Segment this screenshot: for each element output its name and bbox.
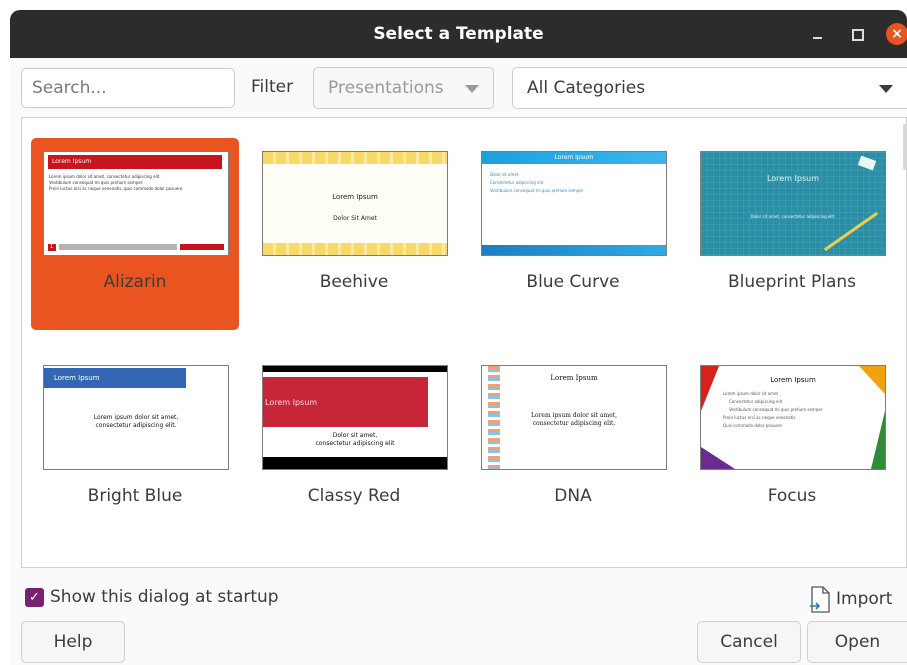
thumb-body: consectetur adipiscing elit xyxy=(315,440,395,447)
maximize-icon[interactable] xyxy=(848,24,868,44)
template-label: DNA xyxy=(554,486,592,506)
template-label: Classy Red xyxy=(307,486,401,506)
thumb-title: Lorem Ipsum xyxy=(550,374,598,382)
template-focus[interactable]: Lorem Ipsum Lorem ipsum dolor sit amet C… xyxy=(688,352,896,544)
scrollbar[interactable] xyxy=(903,124,907,170)
thumb-title: Lorem Ipsum xyxy=(766,174,820,183)
thumb-bullet: Consectetur adipiscing elit xyxy=(490,180,544,185)
thumb-bullet: Vestibulum consequat mi quis pretium sem… xyxy=(490,188,584,193)
thumb-bullet: Vestibulum consequat mi quis pretium sem… xyxy=(729,407,823,412)
thumb-body: consectetur adipiscing elit. xyxy=(532,420,616,427)
template-label: Blueprint Plans xyxy=(728,272,856,292)
search-input[interactable] xyxy=(21,68,235,108)
thumb-title: Lorem Ipsum xyxy=(770,376,816,384)
thumb-bullet: Lorem ipsum dolor sit amet xyxy=(723,391,779,396)
category-select-value: All Categories xyxy=(527,78,646,98)
close-icon[interactable]: × xyxy=(886,23,907,45)
template-thumbnail: Lorem Ipsum Lorem ipsum dolor sit amet, … xyxy=(481,365,667,470)
thumb-title: Lorem Ipsum xyxy=(52,158,92,165)
template-dna[interactable]: Lorem Ipsum Lorem ipsum dolor sit amet, … xyxy=(469,352,677,544)
thumb-title: Lorem Ipsum xyxy=(554,154,594,161)
title-bar: Select a Template × xyxy=(10,10,907,58)
thumb-body: Lorem ipsum dolor sit amet, xyxy=(530,412,618,419)
window-title: Select a Template xyxy=(373,24,544,44)
chevron-down-icon xyxy=(879,85,893,93)
template-thumbnail: Lorem Ipsum Dolor sit amet Consectetur a… xyxy=(481,151,667,256)
template-label: Blue Curve xyxy=(526,272,620,292)
thumb-body: consectetur adipiscing elit. xyxy=(95,422,177,429)
template-blue-curve[interactable]: Lorem Ipsum Dolor sit amet Consectetur a… xyxy=(469,138,677,330)
minimize-icon[interactable] xyxy=(808,24,828,44)
template-thumbnail: Lorem Ipsum Lorem ipsum dolor sit amet C… xyxy=(700,365,886,470)
template-thumbnail: Lorem Ipsum Dolor Sit Amet xyxy=(262,151,448,256)
filter-select-value: Presentations xyxy=(328,78,444,98)
template-classy-red[interactable]: Lorem Ipsum Dolor sit amet, consectetur … xyxy=(250,352,458,544)
template-thumbnail: Lorem Ipsum Lorem ipsum dolor sit amet, … xyxy=(43,151,229,256)
startup-checkbox[interactable]: ✓ xyxy=(25,588,44,607)
template-thumbnail: Lorem Ipsum Lorem ipsum dolor sit amet, … xyxy=(43,365,229,470)
template-bright-blue[interactable]: Lorem Ipsum Lorem ipsum dolor sit amet, … xyxy=(31,352,239,544)
thumb-bullet: Proin luctus orci ac neque venenatis xyxy=(723,415,796,420)
import-button[interactable]: Import xyxy=(808,584,907,616)
template-blueprint-plans[interactable]: Lorem Ipsum Dolor sit amet, consectetur … xyxy=(688,138,896,330)
thumb-body: Dolor sit amet, xyxy=(332,432,378,439)
template-beehive[interactable]: Lorem Ipsum Dolor Sit Amet Beehive xyxy=(250,138,458,330)
template-label: Alizarin xyxy=(103,272,167,292)
thumb-line: Proin luctus orci ac neque venenatis, qu… xyxy=(49,186,184,191)
thumb-title: Lorem Ipsum xyxy=(265,398,318,407)
open-button[interactable]: Open xyxy=(807,621,907,663)
thumb-page-number: 1 xyxy=(50,244,54,250)
thumb-bullet: Quis commodo dolor posuere xyxy=(723,423,782,428)
template-thumbnail: Lorem Ipsum Dolor sit amet, consectetur … xyxy=(262,365,448,470)
startup-label[interactable]: Show this dialog at startup xyxy=(50,587,279,607)
category-select[interactable]: All Categories xyxy=(512,67,907,109)
thumb-line: Lorem ipsum dolor sit amet, consectetur … xyxy=(49,174,161,179)
thumb-title: Lorem Ipsum xyxy=(54,374,100,382)
thumb-title: Lorem Ipsum xyxy=(332,193,378,201)
template-thumbnail: Lorem Ipsum Dolor sit amet, consectetur … xyxy=(700,151,886,256)
import-label: Import xyxy=(836,589,893,609)
thumb-bullet: Consectetur adipiscing elit xyxy=(729,399,783,404)
template-label: Bright Blue xyxy=(87,486,183,506)
template-label: Focus xyxy=(767,486,817,506)
chevron-down-icon xyxy=(465,85,479,93)
thumb-bullet: Dolor sit amet xyxy=(490,172,519,177)
thumb-subtitle: Dolor sit amet, consectetur adipiscing e… xyxy=(750,214,836,219)
thumb-body: Lorem ipsum dolor sit amet, xyxy=(93,414,179,421)
import-icon xyxy=(810,586,830,613)
help-button[interactable]: Help xyxy=(21,621,125,663)
thumb-line: Vestibulum consequat mi quis pretium sem… xyxy=(49,180,144,185)
cancel-button[interactable]: Cancel xyxy=(697,621,801,663)
template-alizarin[interactable]: Lorem Ipsum Lorem ipsum dolor sit amet, … xyxy=(31,138,239,330)
filter-label: Filter xyxy=(251,77,294,97)
filter-select[interactable]: Presentations xyxy=(313,67,494,109)
thumb-subtitle: Dolor Sit Amet xyxy=(333,215,377,222)
template-label: Beehive xyxy=(319,272,389,292)
